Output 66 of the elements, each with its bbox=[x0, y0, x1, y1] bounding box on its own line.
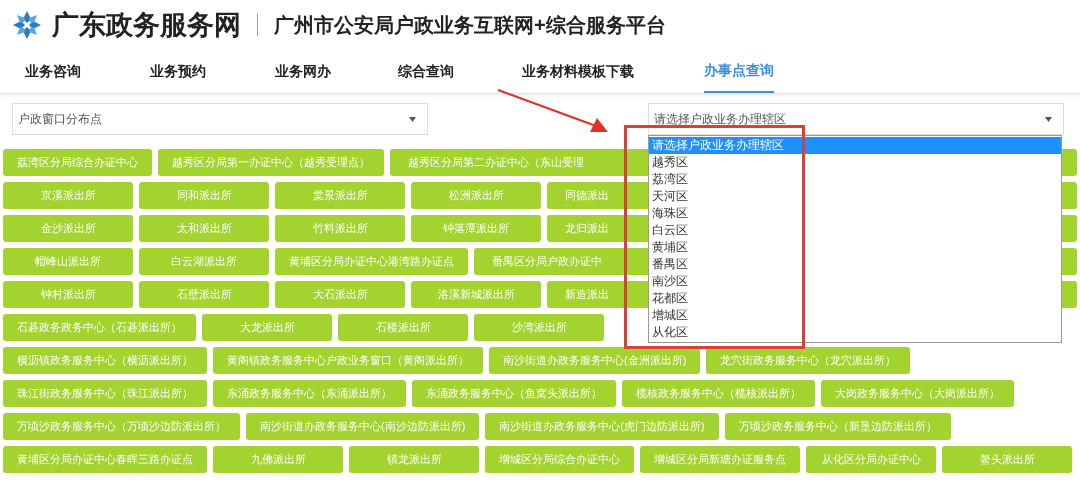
office-button[interactable]: 越秀区分局第一办证中心（越秀受理点） bbox=[158, 149, 384, 176]
office-button[interactable]: 棠景派出所 bbox=[275, 182, 405, 209]
office-button[interactable]: 增城区分局新塘办证服务点 bbox=[640, 446, 800, 473]
office-button[interactable]: 东涌政务服务中心（东涌派出所） bbox=[213, 380, 406, 407]
office-button[interactable]: 竹料派出所 bbox=[275, 215, 405, 242]
office-button[interactable]: 松洲派出所 bbox=[411, 182, 541, 209]
dropdown-option[interactable]: 荔湾区 bbox=[649, 171, 1061, 188]
dropdown-option[interactable]: 从化区 bbox=[649, 324, 1061, 341]
office-button[interactable]: 太和派出所 bbox=[139, 215, 269, 242]
office-button[interactable]: 帽峰山派出所 bbox=[3, 248, 133, 275]
category-select[interactable]: 户政窗口分布点 bbox=[12, 103, 428, 135]
office-button[interactable]: 沙湾派出所 bbox=[474, 314, 604, 341]
caret-icon bbox=[409, 116, 416, 122]
office-button[interactable]: 大龙派出所 bbox=[202, 314, 332, 341]
office-button[interactable]: 万顷沙政务服务中心（万顷沙边防派出所） bbox=[3, 413, 240, 440]
office-button[interactable]: 京溪派出所 bbox=[3, 182, 133, 209]
office-button[interactable]: 南沙街道办政务服务中心(虎门边防派出所) bbox=[485, 413, 719, 440]
nav-tab[interactable]: 业务网办 bbox=[275, 51, 331, 92]
dropdown-option[interactable]: 越秀区 bbox=[649, 154, 1061, 171]
office-button[interactable]: 大石派出所 bbox=[275, 281, 405, 308]
office-button[interactable]: 万顷沙政务服务中心（新垦边防派出所） bbox=[724, 413, 951, 440]
dropdown-option[interactable]: 海珠区 bbox=[649, 205, 1061, 222]
office-button[interactable]: 钟村派出所 bbox=[3, 281, 133, 308]
office-button[interactable]: 镇龙派出所 bbox=[349, 446, 479, 473]
office-button[interactable]: 白云湖派出所 bbox=[139, 248, 269, 275]
nav-tab[interactable]: 业务预约 bbox=[150, 51, 206, 92]
district-select[interactable]: 请选择户政业务办理辖区 bbox=[648, 103, 1064, 135]
platform-title: 广州市公安局户政业务互联网+综合服务平台 bbox=[274, 13, 666, 38]
office-button[interactable]: 增城区分局综合办证中心 bbox=[485, 446, 634, 473]
office-button[interactable]: 鳌头派出所 bbox=[942, 446, 1072, 473]
office-button[interactable]: 榄核政务服务中心（榄核派出所） bbox=[622, 380, 815, 407]
nav-tab[interactable]: 业务材料模板下载 bbox=[522, 51, 634, 92]
office-button[interactable]: 荔湾区分局综合办证中心 bbox=[3, 149, 152, 176]
dropdown-option[interactable]: 番禺区 bbox=[649, 256, 1061, 273]
office-button[interactable]: 黄埔区分局办证中心港湾路办证点 bbox=[275, 248, 468, 275]
office-button[interactable]: 从化区分局办证中心 bbox=[806, 446, 936, 473]
office-button[interactable]: 珠江街政务服务中心（珠江派出所） bbox=[3, 380, 207, 407]
office-button[interactable]: 石楼派出所 bbox=[338, 314, 468, 341]
dropdown-option[interactable]: 黄埔区 bbox=[649, 239, 1061, 256]
office-button[interactable]: 石壁派出所 bbox=[139, 281, 269, 308]
dropdown-option[interactable]: 天河区 bbox=[649, 188, 1061, 205]
dropdown-option[interactable]: 增城区 bbox=[649, 307, 1061, 324]
office-button[interactable]: 九佛派出所 bbox=[213, 446, 343, 473]
office-button[interactable]: 黄埔区分局办证中心春晖三路办证点 bbox=[3, 446, 207, 473]
office-button[interactable]: 石碁政务政务中心（石碁派出所） bbox=[3, 314, 196, 341]
dropdown-option[interactable]: 请选择户政业务办理辖区 bbox=[649, 137, 1061, 154]
nav-tab[interactable]: 办事点查询 bbox=[704, 50, 774, 93]
office-button[interactable]: 南沙街道办政务服务中心(南沙边防派出所) bbox=[246, 413, 480, 440]
office-button[interactable]: 洛溪新城派出所 bbox=[411, 281, 541, 308]
office-button[interactable]: 龙穴街政务服务中心（龙穴派出所） bbox=[706, 347, 911, 374]
office-button[interactable]: 东涌政务服务中心（鱼窝头派出所） bbox=[412, 380, 616, 407]
caret-icon bbox=[1045, 116, 1052, 122]
office-button[interactable]: 钟落潭派出所 bbox=[411, 215, 541, 242]
nav-tab[interactable]: 业务咨询 bbox=[25, 51, 81, 92]
office-button[interactable]: 同和派出所 bbox=[139, 182, 269, 209]
site-name: 广东政务服务网 bbox=[52, 8, 241, 42]
dropdown-option[interactable]: 南沙区 bbox=[649, 273, 1061, 290]
office-button[interactable]: 横沥镇政务服务中心（横沥派出所） bbox=[3, 347, 207, 374]
nav-tab[interactable]: 综合查询 bbox=[398, 51, 454, 92]
office-button[interactable]: 南沙街道办政务服务中心(金洲派出所) bbox=[489, 347, 701, 374]
office-button[interactable]: 大岗政务服务中心（大岗派出所） bbox=[821, 380, 1014, 407]
office-button[interactable]: 黄阁镇政务服务中心户政业务窗口（黄阁派出所） bbox=[213, 347, 483, 374]
logo-icon bbox=[12, 10, 42, 40]
office-button[interactable]: 金沙派出所 bbox=[3, 215, 133, 242]
dropdown-option[interactable]: 白云区 bbox=[649, 222, 1061, 239]
dropdown-option[interactable]: 花都区 bbox=[649, 290, 1061, 307]
